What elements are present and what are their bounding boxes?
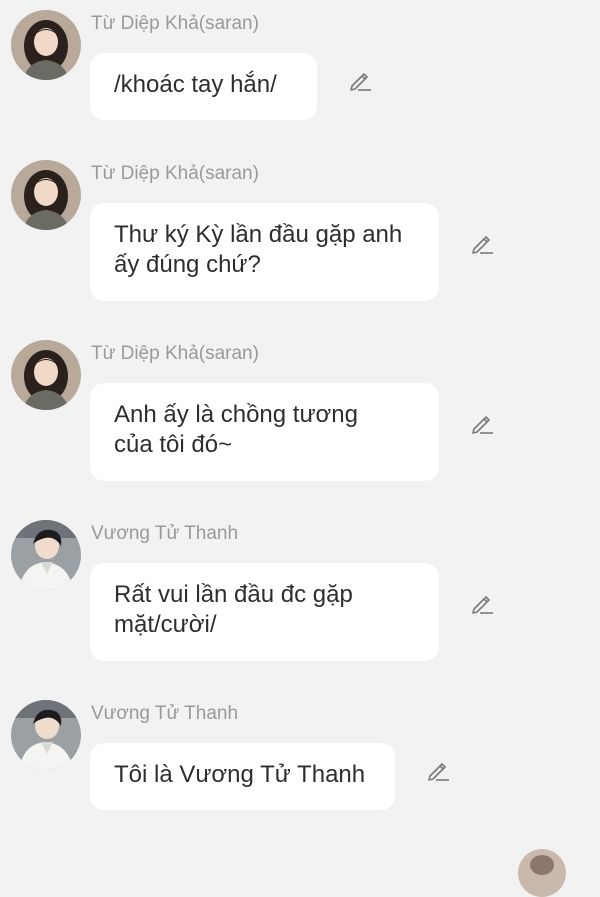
message-bubble[interactable]: Tôi là Vương Tử Thanh (90, 743, 395, 810)
pencil-icon (350, 73, 371, 91)
avatar-girl-icon (11, 160, 81, 230)
edit-message-button[interactable] (469, 590, 495, 616)
sender-name: Từ Diệp Khả(saran) (91, 13, 259, 34)
sender-name: Vương Tử Thanh (91, 703, 239, 724)
avatar[interactable] (518, 849, 566, 897)
avatar-girl-icon (11, 340, 81, 410)
message-bubble[interactable]: Rất vui lần đầu đc gặp mặt/cười/ (90, 563, 439, 661)
message-bubble[interactable]: Anh ấy là chồng tương của tôi đó~ (90, 383, 439, 481)
pencil-icon (428, 763, 449, 781)
message-text: Anh ấy là chồng tương của tôi đó~ (114, 401, 358, 458)
avatar-boy-icon (11, 700, 81, 770)
sender-name: Từ Diệp Khả(saran) (91, 163, 259, 184)
avatar-boy-icon (11, 520, 81, 590)
avatar-partial-icon (518, 849, 566, 897)
pencil-icon (472, 236, 493, 254)
message-text: /khoác tay hắn/ (114, 71, 277, 98)
message-text: Rất vui lần đầu đc gặp mặt/cười/ (114, 581, 353, 638)
edit-message-button[interactable] (425, 757, 451, 783)
sender-name: Vương Tử Thanh (91, 523, 239, 544)
edit-message-button[interactable] (469, 410, 495, 436)
avatar[interactable] (11, 10, 81, 80)
message-item: Vương Tử Thanh Rất vui lần đầu đc gặp mặ… (0, 520, 600, 665)
message-item: Từ Diệp Khả(saran) Thư ký Kỳ lần đầu gặp… (0, 160, 600, 305)
sender-name: Từ Diệp Khả(saran) (91, 343, 259, 364)
message-text: Thư ký Kỳ lần đầu gặp anh ấy đúng chứ? (114, 221, 403, 278)
message-bubble[interactable]: /khoác tay hắn/ (90, 53, 317, 120)
message-item: Vương Tử Thanh Tôi là Vương Tử Thanh (0, 700, 600, 815)
message-item: Từ Diệp Khả(saran) /khoác tay hắn/ (0, 10, 600, 125)
avatar[interactable] (11, 700, 81, 770)
avatar[interactable] (11, 340, 81, 410)
message-text: Tôi là Vương Tử Thanh (114, 761, 366, 788)
avatar-girl-icon (11, 10, 81, 80)
message-item: Từ Diệp Khả(saran) Anh ấy là chồng tương… (0, 340, 600, 485)
avatar[interactable] (11, 160, 81, 230)
message-bubble[interactable]: Thư ký Kỳ lần đầu gặp anh ấy đúng chứ? (90, 203, 439, 301)
edit-message-button[interactable] (469, 230, 495, 256)
pencil-icon (472, 596, 493, 614)
avatar[interactable] (11, 520, 81, 590)
edit-message-button[interactable] (347, 67, 373, 93)
pencil-icon (472, 416, 493, 434)
